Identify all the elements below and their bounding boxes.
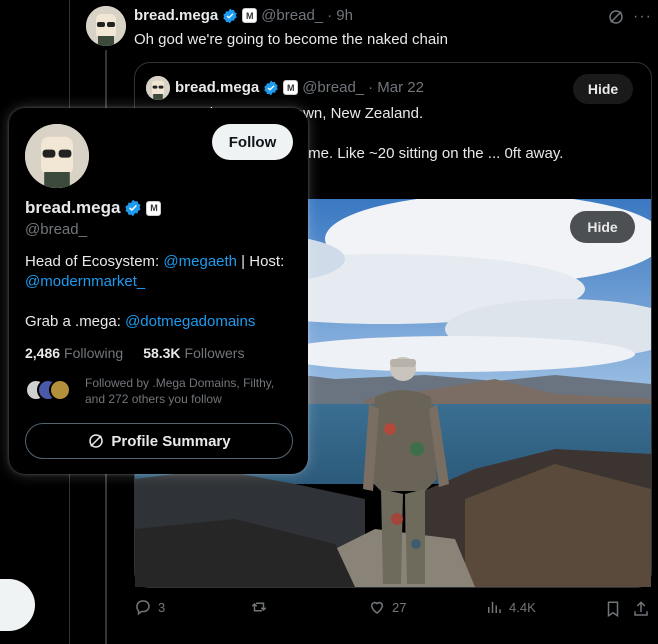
tweet-author-name[interactable]: bread.mega — [134, 7, 218, 24]
card-name-row: bread.mega M — [25, 198, 162, 218]
share-icon[interactable] — [632, 600, 650, 618]
followers-count: 58.3K — [143, 345, 181, 361]
tweet-avatar[interactable] — [86, 6, 126, 46]
more-options-icon[interactable]: ··· — [633, 8, 652, 26]
affiliate-badge-icon: M — [146, 200, 162, 216]
tweet-header: bread.mega M @bread_ · 9h — [134, 7, 353, 24]
follow-button[interactable]: Follow — [212, 124, 293, 160]
following-count: 2,486 — [25, 345, 61, 361]
bio-link-modernmarket[interactable]: @modernmarket_ — [25, 273, 145, 290]
tweet-time[interactable]: · 9h — [327, 7, 353, 24]
quote-avatar[interactable] — [146, 76, 170, 100]
heart-icon — [370, 601, 384, 614]
followers-stat[interactable]: 58.3K Followers — [143, 345, 244, 361]
affiliate-badge-icon: M — [283, 80, 299, 95]
card-handle[interactable]: @bread_ — [25, 221, 87, 238]
photo-hide-button[interactable]: Hide — [570, 211, 635, 243]
followers-label: Followers — [184, 345, 245, 361]
like-count: 27 — [392, 599, 407, 615]
profile-hover-card: Follow bread.mega M @bread_ Head of Ecos… — [9, 108, 308, 474]
affiliate-badge-icon: M — [242, 8, 258, 23]
retweet-action[interactable] — [250, 598, 274, 616]
quote-hide-button[interactable]: Hide — [573, 74, 633, 104]
reply-action[interactable]: 3 — [134, 598, 165, 616]
views-icon — [488, 601, 501, 613]
reply-count: 3 — [158, 599, 166, 615]
card-name[interactable]: bread.mega — [25, 198, 120, 218]
bookmark-icon[interactable] — [604, 600, 622, 618]
like-action[interactable]: 27 — [368, 598, 406, 616]
bio-link-megaeth[interactable]: @megaeth — [163, 253, 237, 270]
quote-handle[interactable]: @bread_ — [302, 79, 364, 96]
following-label: Following — [64, 345, 124, 361]
quote-header: bread.mega M @bread_ · Mar 22 — [175, 79, 424, 96]
following-stat[interactable]: 2,486 Following — [25, 345, 123, 361]
followed-by[interactable]: Followed by .Mega Domains, Filthy, and 2… — [25, 375, 295, 407]
views-action[interactable]: 4.4K — [485, 598, 536, 616]
bio-link-dotmegadomains[interactable]: @dotmegadomains — [125, 313, 255, 330]
profile-summary-button[interactable]: Profile Summary — [25, 423, 293, 459]
grok-icon — [89, 434, 104, 448]
card-stats: 2,486 Following 58.3K Followers — [25, 345, 244, 361]
view-count: 4.4K — [509, 599, 536, 615]
reply-icon — [136, 600, 150, 616]
card-avatar[interactable] — [25, 124, 89, 188]
tweet-text: Oh god we're going to become the naked c… — [134, 31, 448, 48]
verified-badge-icon — [264, 80, 278, 95]
verified-badge-icon — [223, 8, 237, 23]
profile-summary-label: Profile Summary — [111, 432, 231, 450]
grok-icon[interactable] — [607, 8, 625, 26]
bio-prefix: Head of Ecosystem: — [25, 253, 164, 270]
bio2-prefix: Grab a .mega: — [25, 313, 126, 330]
follower-avatar — [49, 379, 71, 401]
tweet-handle[interactable]: @bread_ — [261, 7, 323, 24]
retweet-icon — [251, 602, 267, 612]
tweet-actions: 3 27 4.4K — [134, 598, 652, 622]
card-bio: Head of Ecosystem: @megaeth | Host: @mod… — [25, 252, 300, 332]
verified-badge-icon — [125, 199, 141, 217]
followed-by-text: Followed by .Mega Domains, Filthy, and 2… — [85, 376, 275, 406]
quote-time[interactable]: · Mar 22 — [368, 79, 424, 96]
quote-author-name[interactable]: bread.mega — [175, 79, 259, 96]
bio-mid: | Host: — [237, 253, 285, 270]
